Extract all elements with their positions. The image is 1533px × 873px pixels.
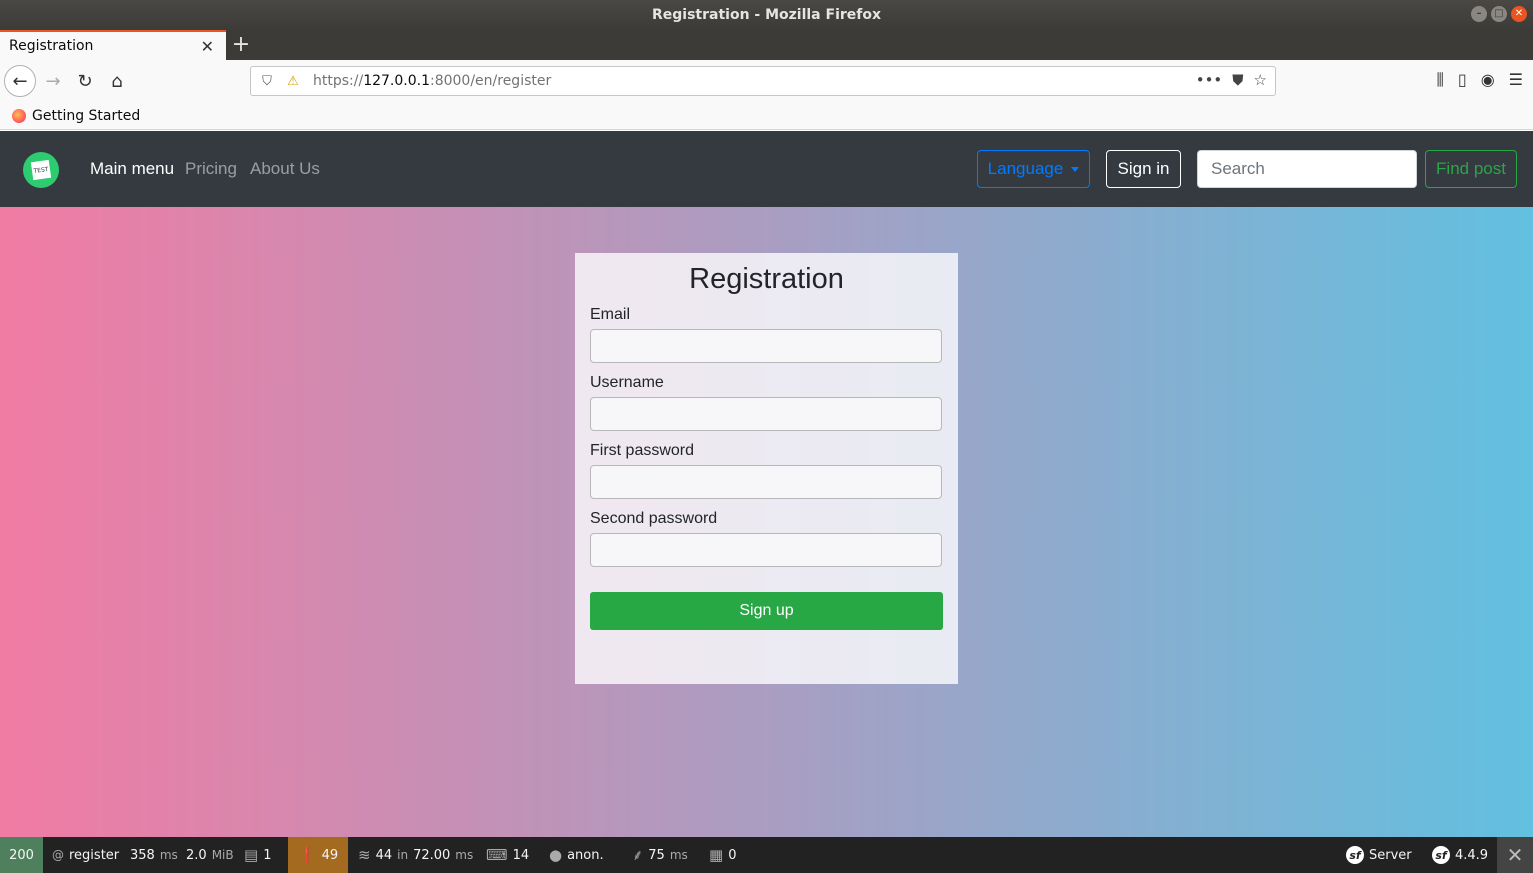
- firefox-icon: [12, 108, 26, 123]
- language-dropdown[interactable]: Language: [977, 150, 1090, 188]
- site-navbar: TEST Main menu Pricing About Us Language…: [0, 131, 1533, 207]
- tab-title: Registration: [9, 38, 94, 54]
- username-label: Username: [590, 374, 664, 391]
- brand-logo[interactable]: TEST: [23, 152, 59, 188]
- status-code-badge[interactable]: 200: [0, 837, 43, 873]
- close-tab-icon[interactable]: ✕: [201, 37, 214, 56]
- toolbar-right: ⫼ ▯ ◉ ☰: [1437, 70, 1524, 90]
- close-toolbar-icon[interactable]: ✕: [1497, 837, 1533, 873]
- sidebar-icon[interactable]: ▯: [1458, 70, 1467, 90]
- symfony-version-icon: sf: [1432, 846, 1450, 864]
- page-actions-icon[interactable]: •••: [1196, 71, 1223, 89]
- second-password-label: Second password: [590, 510, 718, 527]
- reload-icon[interactable]: ↻: [70, 66, 100, 96]
- database-layers-icon: ≋: [358, 846, 371, 864]
- menu-icon[interactable]: ☰: [1509, 70, 1523, 90]
- account-icon[interactable]: ◉: [1481, 70, 1495, 90]
- browser-toolbar: ← → ↻ ⌂ ⛉ ⚠ https://127.0.0.1:8000/en/re…: [0, 60, 1533, 102]
- twig-item[interactable]: ⸙ 75 ms: [632, 837, 688, 873]
- sign-in-button[interactable]: Sign in: [1106, 150, 1181, 188]
- brand-logo-icon: TEST: [30, 159, 52, 181]
- translations-item[interactable]: ⌨ 14: [486, 837, 529, 873]
- window-title: Registration - Mozilla Firefox: [651, 7, 882, 23]
- translation-icon: ⌨: [486, 846, 508, 864]
- window-controls: – □ ✕: [1471, 6, 1527, 22]
- version-item[interactable]: sf 4.4.9: [1432, 837, 1488, 873]
- forward-icon[interactable]: →: [38, 66, 68, 96]
- form-title: Registration: [689, 263, 844, 295]
- forms-grid-icon: ▦: [709, 846, 724, 864]
- forms-item[interactable]: ▦ 0: [709, 837, 736, 873]
- window-titlebar: Registration - Mozilla Firefox – □ ✕: [0, 0, 1533, 30]
- user-item[interactable]: ● anon.: [549, 837, 604, 873]
- warning-icon: ❗: [297, 846, 317, 864]
- nav-pricing[interactable]: Pricing: [185, 159, 237, 179]
- tab-registration[interactable]: Registration ✕: [0, 30, 226, 60]
- second-password-field[interactable]: [590, 533, 942, 567]
- twig-icon: ⸙: [632, 846, 644, 864]
- bookmarks-bar: Getting Started: [0, 102, 1533, 130]
- clipboard-icon: ▤: [244, 846, 259, 864]
- back-icon[interactable]: ←: [4, 65, 36, 97]
- nav-about-us[interactable]: About Us: [250, 159, 320, 179]
- registration-card: Registration Email Username First passwo…: [575, 253, 958, 684]
- username-field[interactable]: [590, 397, 942, 431]
- first-password-label: First password: [590, 442, 695, 459]
- database-item[interactable]: ≋ 44 in 72.00 ms: [358, 837, 473, 873]
- sign-up-button[interactable]: Sign up: [590, 592, 943, 630]
- user-icon: ●: [549, 846, 563, 864]
- at-icon: @: [52, 848, 64, 862]
- bookmark-getting-started[interactable]: Getting Started: [32, 108, 140, 124]
- time-item[interactable]: 358 ms: [130, 837, 178, 873]
- minimize-icon[interactable]: –: [1471, 6, 1487, 22]
- nav-main-menu[interactable]: Main menu: [90, 159, 174, 179]
- server-item[interactable]: sf Server: [1346, 837, 1412, 873]
- new-tab-icon[interactable]: +: [230, 32, 252, 57]
- bookmark-star-icon[interactable]: ☆: [1254, 71, 1267, 89]
- home-icon[interactable]: ⌂: [102, 66, 132, 96]
- close-window-icon[interactable]: ✕: [1511, 6, 1527, 22]
- logs-item[interactable]: ▤ 1: [244, 837, 271, 873]
- url-actions: ••• ⛊ ☆: [1196, 71, 1267, 89]
- tracking-protection-icon[interactable]: ⛉: [257, 74, 277, 89]
- caret-down-icon: [1071, 166, 1080, 172]
- main-content: Registration Email Username First passwo…: [0, 207, 1533, 837]
- tab-strip: Registration ✕ +: [0, 30, 1533, 60]
- language-label: Language: [987, 159, 1064, 178]
- first-password-field[interactable]: [590, 465, 942, 499]
- pocket-icon[interactable]: ⛊: [1232, 71, 1243, 89]
- search-input[interactable]: [1197, 150, 1417, 188]
- symfony-icon: sf: [1346, 846, 1364, 864]
- debug-toolbar: 200 @ register 358 ms 2.0 MiB ▤ 1 ❗ 49 ≋…: [0, 837, 1533, 873]
- route-item[interactable]: @ register: [52, 837, 119, 873]
- maximize-icon[interactable]: □: [1491, 6, 1507, 22]
- email-label: Email: [590, 306, 631, 323]
- library-icon[interactable]: ⫼: [1437, 70, 1444, 90]
- find-post-button[interactable]: Find post: [1425, 150, 1517, 188]
- insecure-lock-icon[interactable]: ⚠: [283, 74, 303, 89]
- warnings-item[interactable]: ❗ 49: [288, 837, 348, 873]
- email-field[interactable]: [590, 329, 942, 363]
- url-text[interactable]: https://127.0.0.1:8000/en/register: [313, 73, 551, 89]
- memory-item[interactable]: 2.0 MiB: [186, 837, 234, 873]
- url-bar[interactable]: ⛉ ⚠ https://127.0.0.1:8000/en/register •…: [250, 66, 1276, 96]
